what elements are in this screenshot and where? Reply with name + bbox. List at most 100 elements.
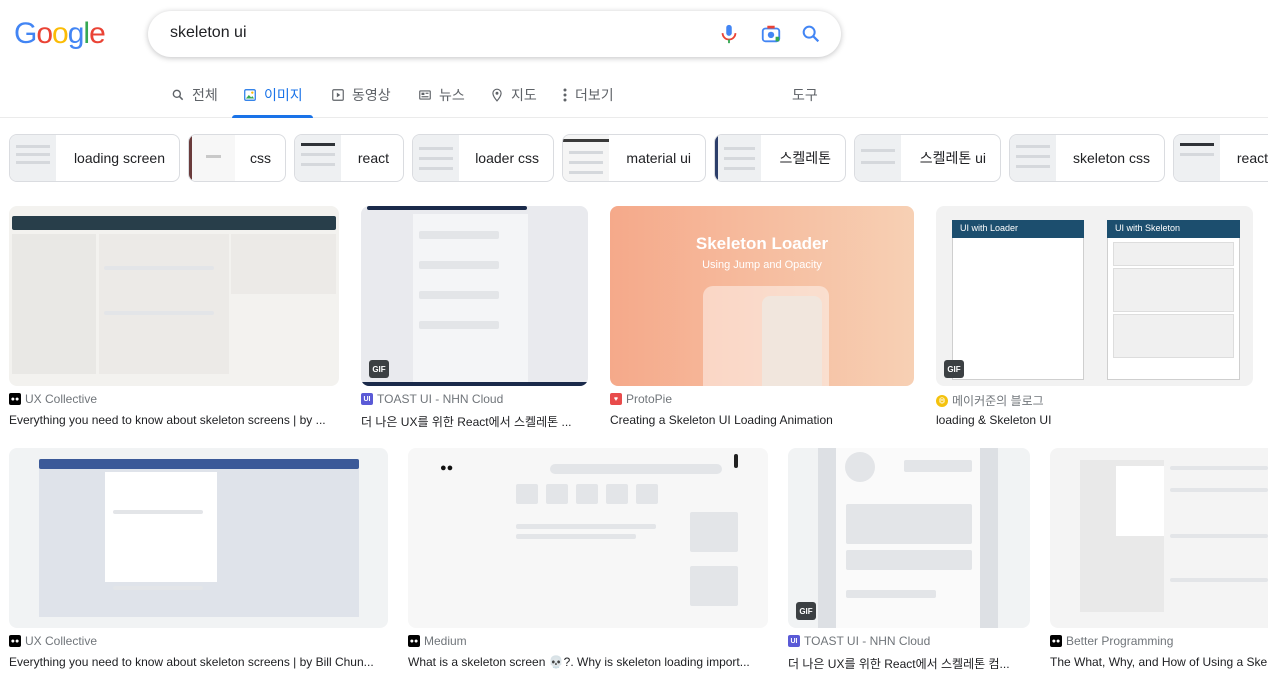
- image-icon: [242, 87, 258, 103]
- result-thumbnail[interactable]: Skeleton Loader Using Jump and Opacity: [610, 206, 914, 386]
- microphone-icon[interactable]: [718, 23, 740, 45]
- search-icon[interactable]: [800, 23, 822, 45]
- tab-tools[interactable]: 도구: [792, 72, 818, 117]
- medium-logo-icon: ●●: [1050, 635, 1062, 647]
- toast-ui-icon: UI: [788, 635, 800, 647]
- chip-loading-screen[interactable]: loading screen: [9, 134, 180, 182]
- result-source[interactable]: ●● Medium: [408, 634, 467, 648]
- more-vertical-icon: [561, 87, 569, 103]
- chip-label: 스켈레톤: [779, 150, 831, 166]
- search-tabs: 전체 이미지 동영상 뉴스 지도 더보기 도구: [0, 72, 1268, 118]
- result-source[interactable]: ●● Better Programming: [1050, 634, 1173, 648]
- play-icon: [330, 87, 346, 103]
- chip-label: react: [1236, 150, 1268, 166]
- result-thumbnail[interactable]: [9, 448, 388, 628]
- tab-maps[interactable]: 지도: [489, 72, 537, 117]
- result-thumbnail[interactable]: [1050, 448, 1268, 628]
- chip-skeleton-ui-ko[interactable]: 스켈레톤 ui: [854, 134, 1001, 182]
- tab-all[interactable]: 전체: [170, 72, 218, 117]
- medium-logo-icon: ●●: [408, 635, 420, 647]
- chip-label: css: [250, 150, 271, 166]
- chip-react-2[interactable]: react: [1173, 134, 1268, 182]
- logo-letter: g: [67, 17, 85, 50]
- result-title[interactable]: Everything you need to know about skelet…: [9, 655, 388, 669]
- chip-css[interactable]: css: [188, 134, 286, 182]
- result-thumbnail[interactable]: ●●: [408, 448, 768, 628]
- thumbnail-label: UI with Loader: [952, 220, 1084, 238]
- chip-thumbnail: [413, 135, 459, 181]
- chip-thumbnail: [855, 135, 901, 181]
- chip-skeleton-css[interactable]: skeleton css: [1009, 134, 1165, 182]
- thumbnail-heading: Skeleton Loader: [695, 234, 829, 253]
- chip-skeleton-ko[interactable]: 스켈레톤: [714, 134, 846, 182]
- logo-letter: e: [89, 17, 106, 50]
- chip-label: material ui: [626, 150, 691, 166]
- chip-thumbnail: [1010, 135, 1056, 181]
- result-title[interactable]: The What, Why, and How of Using a Ske: [1050, 655, 1268, 669]
- result-source[interactable]: UI TOAST UI - NHN Cloud: [361, 392, 503, 406]
- gif-badge: GIF: [944, 360, 964, 378]
- source-name: TOAST UI - NHN Cloud: [804, 634, 931, 648]
- tab-more[interactable]: 더보기: [561, 72, 614, 117]
- result-thumbnail[interactable]: GIF: [361, 206, 588, 386]
- thumbnail-label: UI with Skeleton: [1107, 220, 1240, 238]
- search-box[interactable]: skeleton ui: [148, 11, 841, 57]
- result-title[interactable]: loading & Skeleton UI: [936, 413, 1253, 427]
- chip-label: loading screen: [73, 150, 165, 166]
- tab-label: 동영상: [352, 86, 391, 103]
- search-icon: [170, 87, 186, 103]
- result-title[interactable]: 더 나은 UX를 위한 React에서 스켈레톤 ...: [361, 413, 588, 430]
- tab-label: 도구: [792, 86, 818, 103]
- chip-label: loader css: [475, 150, 539, 166]
- result-source[interactable]: ♥ ProtoPie: [610, 392, 672, 406]
- result-source[interactable]: UI TOAST UI - NHN Cloud: [788, 634, 930, 648]
- tab-label: 전체: [192, 86, 218, 103]
- result-title[interactable]: What is a skeleton screen 💀?. Why is ske…: [408, 655, 768, 669]
- tab-videos[interactable]: 동영상: [330, 72, 391, 117]
- result-title[interactable]: Creating a Skeleton UI Loading Animation: [610, 413, 914, 427]
- search-input[interactable]: skeleton ui: [170, 24, 247, 42]
- tab-images[interactable]: 이미지: [232, 72, 313, 118]
- source-name: UX Collective: [25, 634, 98, 648]
- result-source[interactable]: ●● UX Collective: [9, 392, 97, 406]
- result-title[interactable]: Everything you need to know about skelet…: [9, 413, 339, 427]
- chip-thumbnail: [295, 135, 341, 181]
- logo-letter: o: [52, 17, 69, 50]
- source-name: UX Collective: [25, 392, 98, 406]
- result-thumbnail[interactable]: GIF: [788, 448, 1030, 628]
- result-thumbnail[interactable]: [9, 206, 339, 386]
- tab-label: 지도: [511, 86, 537, 103]
- chip-material-ui[interactable]: material ui: [562, 134, 706, 182]
- source-name: ProtoPie: [626, 392, 673, 406]
- camera-lens-icon[interactable]: [760, 23, 782, 45]
- related-searches: loading screen css react loader css mate…: [9, 134, 1268, 182]
- chip-loader-css[interactable]: loader css: [412, 134, 554, 182]
- tab-label: 이미지: [264, 86, 303, 103]
- newspaper-icon: [417, 87, 433, 103]
- source-name: 메이커준의 블로그: [952, 394, 1044, 408]
- chip-label: react: [357, 150, 389, 166]
- chip-thumbnail: [715, 135, 761, 181]
- chip-react[interactable]: react: [294, 134, 404, 182]
- protopie-icon: ♥: [610, 393, 622, 405]
- result-title[interactable]: 더 나은 UX를 위한 React에서 스켈레톤 컴...: [788, 655, 1030, 672]
- source-name: Medium: [424, 634, 467, 648]
- gif-badge: GIF: [796, 602, 816, 620]
- chip-label: skeleton css: [1072, 150, 1150, 166]
- google-logo[interactable]: Google: [14, 17, 106, 51]
- chip-thumbnail: [1174, 135, 1220, 181]
- source-name: TOAST UI - NHN Cloud: [377, 392, 504, 406]
- result-thumbnail[interactable]: UI with Loader UI with Skeleton GIF: [936, 206, 1253, 386]
- logo-letter: G: [14, 17, 37, 50]
- map-pin-icon: [489, 87, 505, 103]
- tab-news[interactable]: 뉴스: [417, 72, 465, 117]
- emoji-icon: 😄: [936, 394, 948, 407]
- result-source[interactable]: 😄 메이커준의 블로그: [936, 392, 1044, 409]
- result-source[interactable]: ●● UX Collective: [9, 634, 97, 648]
- source-name: Better Programming: [1066, 634, 1174, 648]
- gif-badge: GIF: [369, 360, 389, 378]
- toast-ui-icon: UI: [361, 393, 373, 405]
- medium-logo-icon: ●●: [9, 393, 21, 405]
- chip-thumbnail: [10, 135, 56, 181]
- chip-thumbnail: [563, 135, 609, 181]
